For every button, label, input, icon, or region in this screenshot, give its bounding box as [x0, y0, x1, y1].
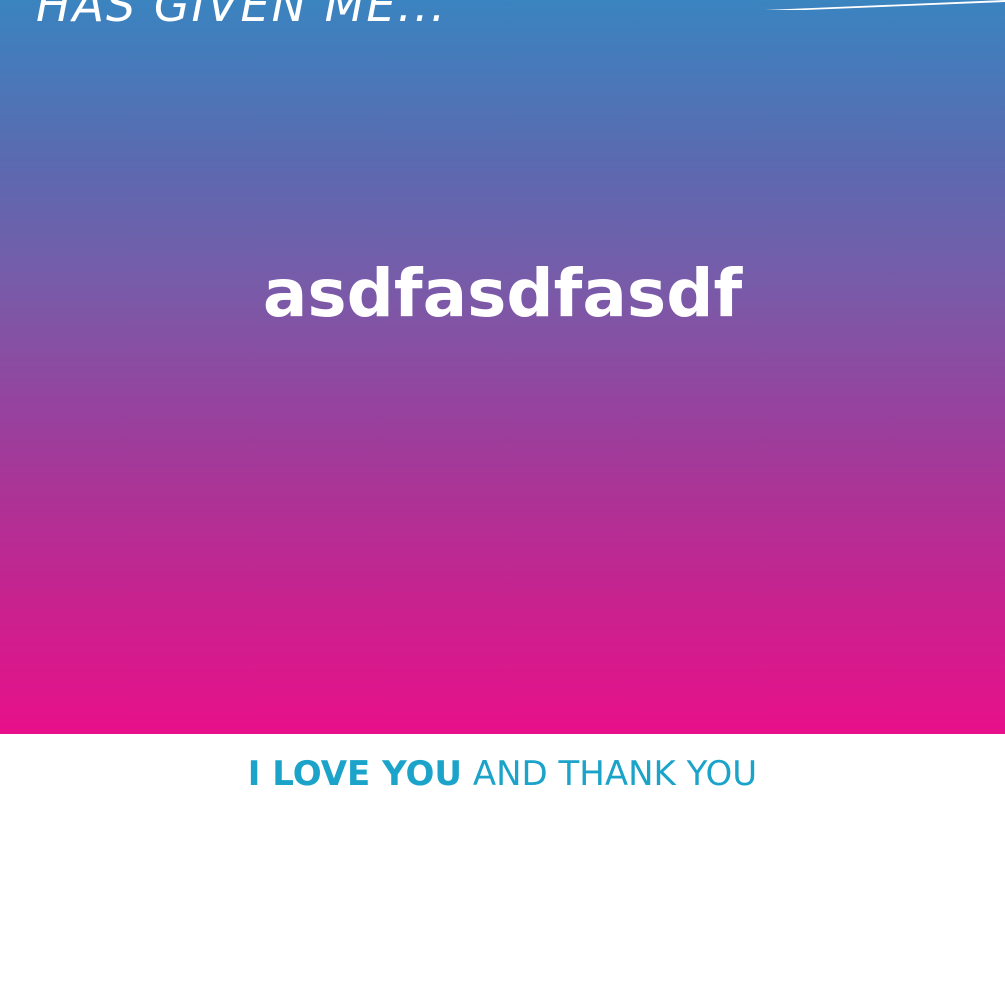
- gradient-panel: HAS GIVEN ME... asdfasdfasdf: [0, 0, 1005, 734]
- footer-text-regular: AND THANK YOU: [472, 754, 758, 794]
- personal-message: asdfasdfasdf: [262, 255, 743, 332]
- footer-text-bold: I LOVE YOU: [247, 754, 463, 794]
- corner-shape-icon: [765, 0, 1005, 10]
- header-text: HAS GIVEN ME...: [36, 0, 448, 32]
- footer: I LOVE YOU AND THANK YOU: [0, 734, 1005, 1005]
- greeting-card: HAS GIVEN ME... asdfasdfasdf I LOVE YOU …: [0, 0, 1005, 1005]
- footer-text: I LOVE YOU AND THANK YOU: [0, 754, 1005, 794]
